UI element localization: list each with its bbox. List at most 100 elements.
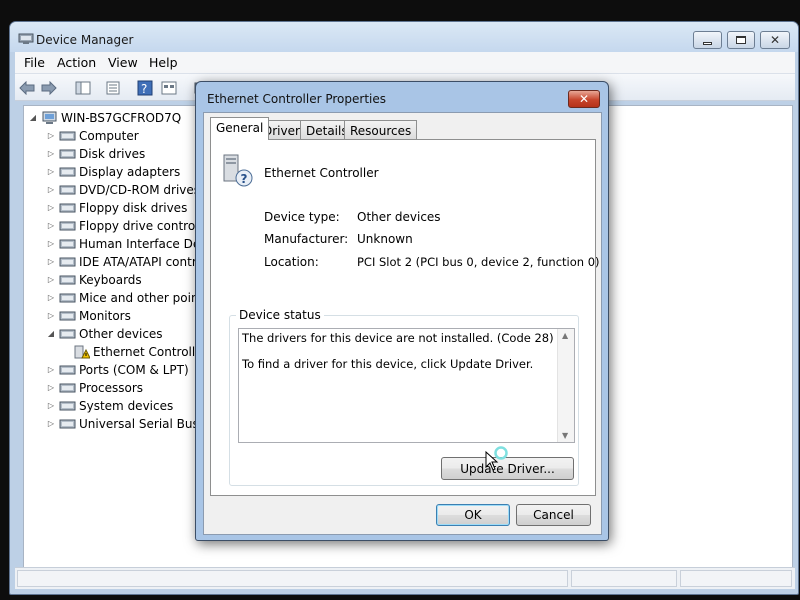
tab-resources[interactable]: Resources — [344, 120, 418, 139]
expand-arrow-icon[interactable]: ▷ — [46, 293, 56, 302]
view-button[interactable] — [159, 78, 179, 97]
expand-arrow-icon[interactable]: ▷ — [46, 185, 56, 194]
cancel-button[interactable]: Cancel — [516, 504, 591, 526]
forward-arrow-icon — [41, 80, 57, 95]
help-button[interactable]: ? — [135, 78, 155, 97]
tree-category-item[interactable]: ▷ Display adapters — [46, 163, 180, 180]
mouse-icon — [59, 291, 76, 305]
device-icon: ? — [220, 153, 254, 187]
tree-category-item[interactable]: ▷ Mice and other pointi — [46, 289, 207, 306]
tree-root[interactable]: ◢ WIN-BS7GCFROD7Q — [28, 109, 181, 126]
dialog-title: Ethernet Controller Properties — [207, 92, 386, 106]
keyboard-icon — [59, 273, 76, 287]
tree-root-label: WIN-BS7GCFROD7Q — [61, 110, 182, 125]
expand-arrow-icon[interactable]: ▷ — [46, 365, 56, 374]
maximize-button[interactable] — [727, 31, 755, 49]
usb-icon — [59, 417, 76, 431]
disk-drive-icon — [59, 147, 76, 161]
tree-category-item[interactable]: ▷ Floppy drive controlle — [46, 217, 209, 234]
tree-category-item[interactable]: ▷ Disk drives — [46, 145, 145, 162]
menu-action[interactable]: Action — [57, 55, 96, 70]
tree-item-label: Ports (COM & LPT) — [79, 362, 189, 377]
tree-category-item[interactable]: ▷ System devices — [46, 397, 173, 414]
tree-item-label: System devices — [79, 398, 174, 413]
device-name: Ethernet Controller — [264, 166, 379, 180]
tree-child-item[interactable]: Ethernet Controlle — [64, 343, 203, 360]
expand-arrow-icon[interactable]: ▷ — [46, 383, 56, 392]
tree-category-item[interactable]: ▷ Processors — [46, 379, 143, 396]
tree-item-label: Human Interface Devi — [79, 236, 211, 251]
device-status-textbox[interactable]: The drivers for this device are not inst… — [238, 328, 575, 443]
expand-arrow-icon[interactable]: ▷ — [46, 419, 56, 428]
tree-item-label: Display adapters — [79, 164, 181, 179]
forward-button[interactable] — [39, 78, 59, 97]
unknown-device-icon — [59, 327, 76, 341]
floppy-disk-icon — [59, 201, 76, 215]
system-device-icon — [59, 399, 76, 413]
tree-category-item[interactable]: ▷ Ports (COM & LPT) — [46, 361, 189, 378]
tree-item-label: IDE ATA/ATAPI contro — [79, 254, 204, 269]
tree-category-item[interactable]: ▷ Universal Serial Bus co — [46, 415, 217, 432]
console-tree-icon — [75, 81, 91, 94]
tree-category-item[interactable]: ▷ Human Interface Devi — [46, 235, 211, 252]
expand-arrow-icon[interactable]: ▷ — [46, 311, 56, 320]
minimize-button[interactable] — [693, 31, 722, 49]
properties-icon — [106, 81, 120, 94]
expand-arrow-icon[interactable]: ▷ — [46, 275, 56, 284]
manufacturer-label: Manufacturer: — [264, 232, 349, 246]
status-segment — [680, 570, 792, 587]
expand-arrow-icon[interactable]: ▷ — [46, 149, 56, 158]
status-line-1: The drivers for this device are not inst… — [242, 331, 554, 345]
expand-arrow-icon[interactable]: ▷ — [46, 167, 56, 176]
tree-item-label: Floppy disk drives — [79, 200, 188, 215]
ok-button[interactable]: OK — [436, 504, 510, 526]
scroll-down-icon[interactable]: ▼ — [562, 431, 568, 440]
tree-category-item[interactable]: ▷ IDE ATA/ATAPI contro — [46, 253, 204, 270]
properties-button[interactable] — [103, 78, 123, 97]
tree-item-label: Other devices — [79, 326, 163, 341]
expand-arrow-icon[interactable]: ▷ — [46, 131, 56, 140]
help-icon: ? — [137, 80, 153, 96]
ide-controller-icon — [59, 255, 76, 269]
title-bar[interactable]: Device Manager ✕ — [10, 22, 798, 52]
view-icon — [161, 81, 177, 94]
device-manager-icon — [18, 31, 34, 45]
tree-category-item[interactable]: ▷ Keyboards — [46, 271, 142, 288]
tree-category-item[interactable]: ▷ Floppy disk drives — [46, 199, 187, 216]
close-window-button[interactable]: ✕ — [760, 31, 790, 49]
device-status-title: Device status — [236, 308, 324, 322]
tree-category-item[interactable]: ▷ DVD/CD-ROM drives — [46, 181, 200, 198]
back-button[interactable] — [17, 78, 37, 97]
location-label: Location: — [264, 255, 319, 269]
close-icon: ✕ — [769, 33, 781, 47]
menu-view[interactable]: View — [108, 55, 138, 70]
expand-arrow-icon[interactable]: ▷ — [46, 203, 56, 212]
scroll-up-icon[interactable]: ▲ — [562, 331, 568, 340]
tab-general[interactable]: General — [210, 117, 270, 140]
collapse-arrow-icon[interactable]: ◢ — [28, 113, 38, 122]
tree-item-label: Floppy drive controlle — [79, 218, 210, 233]
tree-category-item[interactable]: ◢ Other devices — [46, 325, 163, 342]
mouse-pointer-icon — [484, 445, 514, 473]
expand-arrow-icon[interactable]: ▷ — [46, 239, 56, 248]
expand-arrow-icon[interactable]: ▷ — [46, 257, 56, 266]
close-icon: ✕ — [578, 92, 590, 106]
dialog-close-button[interactable]: ✕ — [568, 90, 600, 108]
tree-item-label: Keyboards — [79, 272, 142, 287]
collapse-arrow-icon[interactable]: ◢ — [46, 329, 56, 338]
tree-category-item[interactable]: ▷ Monitors — [46, 307, 131, 324]
status-segment — [17, 570, 568, 587]
tree-item-label: Disk drives — [79, 146, 146, 161]
manufacturer-value: Unknown — [357, 232, 413, 246]
show-hide-tree-button[interactable] — [73, 78, 93, 97]
vertical-scrollbar[interactable]: ▲ ▼ — [557, 329, 574, 442]
status-line-2: To find a driver for this device, click … — [242, 357, 534, 371]
menu-help[interactable]: Help — [149, 55, 178, 70]
expand-arrow-icon[interactable]: ▷ — [46, 401, 56, 410]
processor-icon — [59, 381, 76, 395]
menu-file[interactable]: File — [24, 55, 45, 70]
minimize-icon — [703, 41, 712, 45]
expand-arrow-icon[interactable]: ▷ — [46, 221, 56, 230]
tree-category-item[interactable]: ▷ Computer — [46, 127, 139, 144]
window-title: Device Manager — [36, 33, 134, 47]
